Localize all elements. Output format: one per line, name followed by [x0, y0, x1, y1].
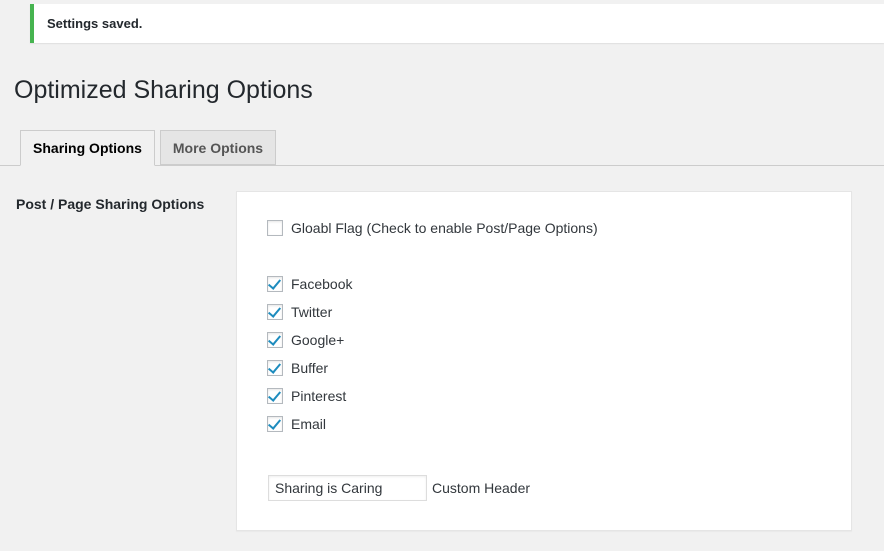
tab-bar: Sharing Options More Options [0, 130, 884, 166]
twitter-checkbox[interactable] [267, 304, 283, 320]
settings-saved-notice: Settings saved. [30, 4, 884, 43]
network-option-pinterest[interactable]: Pinterest [267, 388, 346, 404]
google-plus-label: Google+ [291, 332, 345, 348]
custom-header-input[interactable] [268, 475, 427, 501]
network-option-buffer[interactable]: Buffer [267, 360, 328, 376]
checkmark-icon [267, 416, 282, 430]
notice-text: Settings saved. [47, 16, 143, 31]
tab-sharing-options[interactable]: Sharing Options [20, 130, 155, 166]
checkmark-icon [267, 276, 282, 290]
network-option-google-plus[interactable]: Google+ [267, 332, 344, 348]
checkmark-icon [267, 304, 282, 318]
email-checkbox[interactable] [267, 416, 283, 432]
network-option-facebook[interactable]: Facebook [267, 276, 352, 292]
facebook-checkbox[interactable] [267, 276, 283, 292]
email-label: Email [291, 416, 327, 432]
page-title: Optimized Sharing Options [14, 76, 313, 104]
buffer-label: Buffer [291, 360, 329, 376]
pinterest-checkbox[interactable] [267, 388, 283, 404]
custom-header-label: Custom Header [432, 480, 531, 496]
facebook-label: Facebook [291, 276, 353, 292]
checkmark-icon [267, 388, 282, 402]
sharing-options-panel: Gloabl Flag (Check to enable Post/Page O… [236, 191, 852, 531]
checkmark-icon [267, 332, 282, 346]
buffer-checkbox[interactable] [267, 360, 283, 376]
global-flag-label: Gloabl Flag (Check to enable Post/Page O… [291, 220, 598, 236]
network-option-email[interactable]: Email [267, 416, 326, 432]
google-plus-checkbox[interactable] [267, 332, 283, 348]
section-label: Post / Page Sharing Options [16, 196, 205, 212]
twitter-label: Twitter [291, 304, 333, 320]
global-flag-option[interactable]: Gloabl Flag (Check to enable Post/Page O… [267, 220, 598, 236]
network-option-twitter[interactable]: Twitter [267, 304, 332, 320]
checkmark-icon [267, 360, 282, 374]
pinterest-label: Pinterest [291, 388, 347, 404]
global-flag-checkbox[interactable] [267, 220, 283, 236]
tab-more-options[interactable]: More Options [160, 130, 276, 165]
